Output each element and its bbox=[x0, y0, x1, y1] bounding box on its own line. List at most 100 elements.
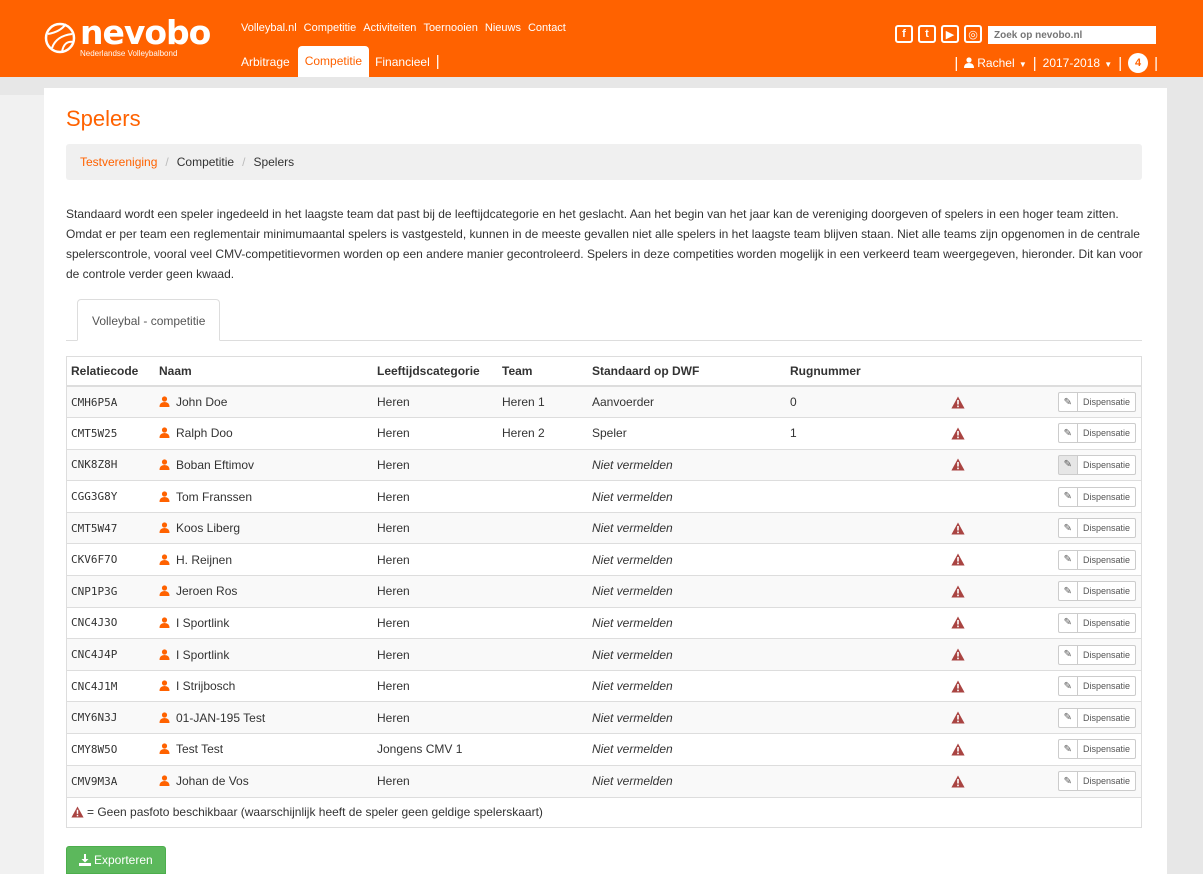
edit-icon-button[interactable]: ✎ bbox=[1057, 549, 1078, 570]
cell-standaard-dwf: Niet vermelden bbox=[588, 733, 786, 766]
edit-icon-button[interactable]: ✎ bbox=[1057, 771, 1078, 792]
chevron-down-icon: ▼ bbox=[1102, 60, 1113, 69]
search-input[interactable] bbox=[988, 26, 1156, 44]
cell-naam: Johan de Vos bbox=[155, 764, 373, 797]
cell-relatiecode: CMY8W5O bbox=[67, 733, 155, 766]
player-name: Ralph Doo bbox=[176, 426, 233, 441]
cell-standaard-dwf: Niet vermelden bbox=[588, 575, 786, 608]
main-nav: Volleybal.nl Competitie Activiteiten Toe… bbox=[241, 22, 566, 34]
nav-activiteiten[interactable]: Activiteiten bbox=[363, 22, 416, 34]
dispensatie-button[interactable]: Dispensatie bbox=[1077, 707, 1136, 728]
user-menu[interactable]: Rachel ▼ bbox=[964, 56, 1027, 70]
cell-relatiecode: CNC4J4P bbox=[67, 638, 155, 671]
cell-relatiecode: CMV9M3A bbox=[67, 764, 155, 797]
nevobo-logo[interactable]: nevobo Nederlandse Volleybalbond bbox=[44, 13, 211, 58]
cell-naam: 01-JAN-195 Test bbox=[155, 701, 373, 734]
nav-divider: | bbox=[954, 54, 959, 72]
social-links: f t ▶ ◎ bbox=[895, 25, 982, 43]
cell-rugnummer bbox=[786, 764, 939, 797]
player-name: John Doe bbox=[176, 395, 228, 410]
cell-team bbox=[498, 764, 588, 797]
user-icon bbox=[159, 616, 171, 630]
warning-icon bbox=[951, 775, 965, 788]
nav-competitie[interactable]: Competitie bbox=[304, 22, 357, 34]
nav-divider: | bbox=[1118, 54, 1123, 72]
cell-naam: I Sportlink bbox=[155, 638, 373, 671]
dispensatie-button[interactable]: Dispensatie bbox=[1077, 644, 1136, 665]
cell-relatiecode: CKV6F7O bbox=[67, 543, 155, 576]
edit-icon-button[interactable]: ✎ bbox=[1057, 454, 1078, 475]
nav-nieuws[interactable]: Nieuws bbox=[485, 22, 521, 34]
edit-icon-button[interactable]: ✎ bbox=[1057, 518, 1078, 539]
user-icon bbox=[159, 458, 171, 472]
subnav-arbitrage[interactable]: Arbitrage bbox=[241, 55, 290, 69]
dispensatie-button[interactable]: Dispensatie bbox=[1077, 612, 1136, 633]
table-header-row: Relatiecode Naam Leeftijdscategorie Team… bbox=[67, 357, 1141, 387]
user-icon bbox=[159, 711, 171, 725]
subnav-competitie[interactable]: Competitie bbox=[297, 46, 370, 77]
logo-wordmark: nevobo bbox=[80, 13, 211, 52]
tab-volleybal-competitie[interactable]: Volleybal - competitie bbox=[77, 299, 221, 341]
nav-contact[interactable]: Contact bbox=[528, 22, 566, 34]
dispensatie-button[interactable]: Dispensatie bbox=[1077, 392, 1136, 413]
notification-badge[interactable]: 4 bbox=[1128, 53, 1149, 73]
facebook-icon[interactable]: f bbox=[895, 25, 913, 43]
dispensatie-button[interactable]: Dispensatie bbox=[1077, 739, 1136, 760]
player-name: H. Reijnen bbox=[176, 552, 233, 567]
nav-toernooien[interactable]: Toernooien bbox=[423, 22, 477, 34]
breadcrumb-link-testvereniging[interactable]: Testvereniging bbox=[80, 155, 157, 169]
warning-icon bbox=[71, 806, 84, 818]
col-header-warning bbox=[939, 357, 1029, 387]
cell-standaard-dwf: Niet vermelden bbox=[588, 669, 786, 702]
breadcrumb-competitie: Competitie bbox=[176, 155, 235, 169]
cell-rugnummer bbox=[786, 669, 939, 702]
edit-icon-button[interactable]: ✎ bbox=[1057, 486, 1078, 507]
edit-icon-button[interactable]: ✎ bbox=[1057, 612, 1078, 633]
dispensatie-button[interactable]: Dispensatie bbox=[1077, 454, 1136, 475]
edit-icon-button[interactable]: ✎ bbox=[1057, 423, 1078, 444]
content-panel: Spelers Testvereniging / Competitie / Sp… bbox=[44, 88, 1167, 874]
export-button[interactable]: Exporteren bbox=[66, 846, 166, 874]
cell-naam: Boban Eftimov bbox=[155, 448, 373, 481]
dispensatie-button[interactable]: Dispensatie bbox=[1077, 518, 1136, 539]
edit-icon-button[interactable]: ✎ bbox=[1057, 644, 1078, 665]
dispensatie-button-group: ✎ Dispensatie bbox=[1057, 771, 1136, 792]
table-row: CMT5W47 Koos Liberg Heren Niet vermelden… bbox=[67, 511, 1141, 544]
cell-leeftijdscategorie: Heren bbox=[373, 701, 498, 734]
cell-standaard-dwf: Niet vermelden bbox=[588, 448, 786, 481]
page-title: Spelers bbox=[66, 106, 141, 131]
dispensatie-button[interactable]: Dispensatie bbox=[1077, 771, 1136, 792]
table-row: CNK8Z8H Boban Eftimov Heren Niet vermeld… bbox=[67, 448, 1141, 481]
cell-rugnummer bbox=[786, 606, 939, 639]
dispensatie-button[interactable]: Dispensatie bbox=[1077, 486, 1136, 507]
youtube-icon[interactable]: ▶ bbox=[941, 25, 959, 43]
players-table: Relatiecode Naam Leeftijdscategorie Team… bbox=[66, 356, 1142, 828]
dispensatie-button[interactable]: Dispensatie bbox=[1077, 676, 1136, 697]
cell-team bbox=[498, 448, 588, 481]
warning-icon bbox=[951, 616, 965, 629]
cell-naam: Test Test bbox=[155, 733, 373, 766]
cell-actions: ✎ Dispensatie bbox=[1029, 448, 1141, 481]
instagram-icon[interactable]: ◎ bbox=[964, 25, 982, 43]
dispensatie-button[interactable]: Dispensatie bbox=[1077, 423, 1136, 444]
dispensatie-button-group: ✎ Dispensatie bbox=[1057, 581, 1136, 602]
breadcrumb: Testvereniging / Competitie / Spelers bbox=[66, 144, 1142, 180]
dispensatie-button-group: ✎ Dispensatie bbox=[1057, 392, 1136, 413]
edit-icon-button[interactable]: ✎ bbox=[1057, 676, 1078, 697]
dispensatie-button-group: ✎ Dispensatie bbox=[1057, 518, 1136, 539]
dispensatie-button[interactable]: Dispensatie bbox=[1077, 581, 1136, 602]
season-selector[interactable]: 2017-2018 ▼ bbox=[1043, 56, 1113, 70]
dispensatie-button[interactable]: Dispensatie bbox=[1077, 549, 1136, 570]
cell-standaard-dwf: Niet vermelden bbox=[588, 701, 786, 734]
nav-volleybal[interactable]: Volleybal.nl bbox=[241, 22, 297, 34]
subnav-financieel[interactable]: Financieel bbox=[375, 55, 430, 69]
nav-divider: | bbox=[1154, 54, 1158, 72]
cell-standaard-dwf: Niet vermelden bbox=[588, 543, 786, 576]
edit-icon-button[interactable]: ✎ bbox=[1057, 707, 1078, 728]
user-icon bbox=[159, 679, 171, 693]
cell-naam: John Doe bbox=[155, 385, 373, 418]
edit-icon-button[interactable]: ✎ bbox=[1057, 392, 1078, 413]
edit-icon-button[interactable]: ✎ bbox=[1057, 739, 1078, 760]
edit-icon-button[interactable]: ✎ bbox=[1057, 581, 1078, 602]
twitter-icon[interactable]: t bbox=[918, 25, 936, 43]
